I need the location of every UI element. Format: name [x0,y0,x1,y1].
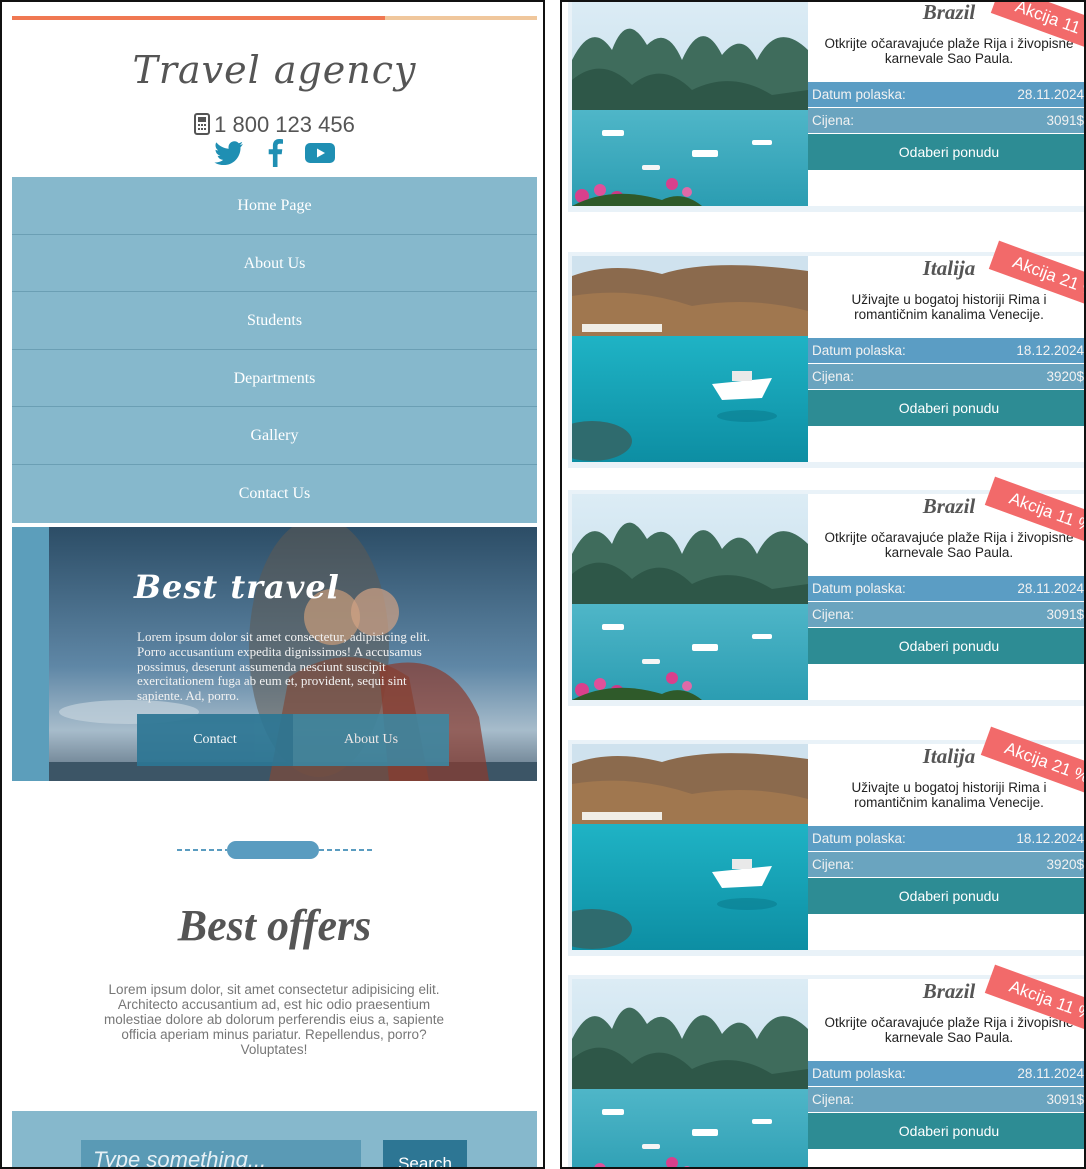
choose-offer-button[interactable]: Odaberi ponudu [808,1113,1084,1149]
hero-contact-button[interactable]: Contact [137,714,293,766]
nav-item-students[interactable]: Students [12,292,537,350]
price-row: Cijena: 3091$ [808,602,1084,627]
phone-icon [194,113,211,135]
section-divider [177,841,372,859]
accent-top-bar [12,16,537,20]
brand-logo[interactable]: Travel agency [2,48,543,92]
hero-about-button[interactable]: About Us [293,714,449,766]
hero-text: Lorem ipsum dolor sit amet consectetur, … [137,629,430,704]
offer-card: Brazil Otkrijte očaravajuće plaže Rija i… [568,2,1084,212]
hero-title: Best travel [134,568,340,606]
nav-item-gallery[interactable]: Gallery [12,407,537,465]
price-row: Cijena: 3920$ [808,364,1084,389]
offer-description: Uživajte u bogatoj historiji Rima i roma… [851,292,1047,322]
price-value: 3920$ [1046,857,1084,872]
offers-title: Best offers [177,901,372,950]
twitter-icon[interactable] [214,141,244,170]
nav-item-departments[interactable]: Departments [12,350,537,408]
choose-offer-button[interactable]: Odaberi ponudu [808,134,1084,170]
coast-landscape-photo [572,256,808,462]
offer-card: Brazil Otkrijte očaravajuće plaže Rija i… [568,490,1084,706]
price-value: 3091$ [1046,113,1084,128]
price-label: Cijena: [812,1092,855,1107]
bay-landscape-photo [572,2,808,206]
departure-date-label: Datum polaska: [812,831,906,846]
phone-number[interactable]: 1 800 123 456 [2,112,543,138]
nav-item-about-us[interactable]: About Us [12,235,537,293]
youtube-icon[interactable] [304,142,335,169]
departure-date-value: 28.11.2024 [1017,581,1084,596]
departure-date-value: 28.11.2024 [1017,1066,1084,1081]
price-row: Cijena: 3920$ [808,852,1084,877]
bay-landscape-photo [572,494,808,700]
departure-date-label: Datum polaska: [812,1066,906,1081]
search-button[interactable]: Search [383,1140,467,1167]
departure-date-row: Datum polaska: 18.12.2024 [808,826,1084,851]
departure-date-row: Datum polaska: 18.12.2024 [808,338,1084,363]
price-label: Cijena: [812,113,855,128]
offer-description: Otkrijte očaravajuće plaže Rija i živopi… [824,1015,1074,1045]
offer-card: Brazil Otkrijte očaravajuće plaže Rija i… [568,975,1084,1167]
offer-card: Italija Uživajte u bogatoj historiji Rim… [568,740,1084,956]
price-row: Cijena: 3091$ [808,108,1084,133]
coast-landscape-photo [572,744,808,950]
price-value: 3920$ [1046,369,1084,384]
price-label: Cijena: [812,607,855,622]
departure-date-value: 18.12.2024 [1016,343,1084,358]
facebook-icon[interactable] [267,139,283,172]
offer-description: Otkrijte očaravajuće plaže Rija i živopi… [824,530,1074,560]
choose-offer-button[interactable]: Odaberi ponudu [808,878,1084,914]
offers-list-screen: Brazil Otkrijte očaravajuće plaže Rija i… [560,0,1086,1169]
accent-top-bar-segment [12,16,385,20]
hero-accent-stripe [12,527,49,781]
price-label: Cijena: [812,369,855,384]
offer-description: Uživajte u bogatoj historiji Rima i roma… [851,780,1047,810]
nav-item-home-page[interactable]: Home Page [12,177,537,235]
price-label: Cijena: [812,857,855,872]
phone-number-text: 1 800 123 456 [214,112,355,137]
offers-text: Lorem ipsum dolor, sit amet consectetur … [104,982,444,1057]
price-row: Cijena: 3091$ [808,1087,1084,1112]
choose-offer-button[interactable]: Odaberi ponudu [808,628,1084,664]
offer-card: Italija Uživajte u bogatoj historiji Rim… [568,252,1084,468]
choose-offer-button[interactable]: Odaberi ponudu [808,390,1084,426]
departure-date-label: Datum polaska: [812,87,906,102]
departure-date-row: Datum polaska: 28.11.2024 [808,82,1084,107]
bay-landscape-photo [572,979,808,1167]
social-links [2,139,543,172]
search-input[interactable]: Type something... [81,1140,361,1167]
nav-item-contact-us[interactable]: Contact Us [12,465,537,523]
departure-date-label: Datum polaska: [812,581,906,596]
departure-date-row: Datum polaska: 28.11.2024 [808,1061,1084,1086]
departure-date-value: 28.11.2024 [1017,87,1084,102]
offer-description: Otkrijte očaravajuće plaže Rija i živopi… [824,36,1074,66]
departure-date-value: 18.12.2024 [1016,831,1084,846]
price-value: 3091$ [1046,607,1084,622]
departure-date-row: Datum polaska: 28.11.2024 [808,576,1084,601]
price-value: 3091$ [1046,1092,1084,1107]
departure-date-label: Datum polaska: [812,343,906,358]
mobile-home-screen: Travel agency 1 800 123 456 Home Page Ab… [0,0,545,1169]
main-navigation: Home Page About Us Students Departments … [12,177,537,523]
